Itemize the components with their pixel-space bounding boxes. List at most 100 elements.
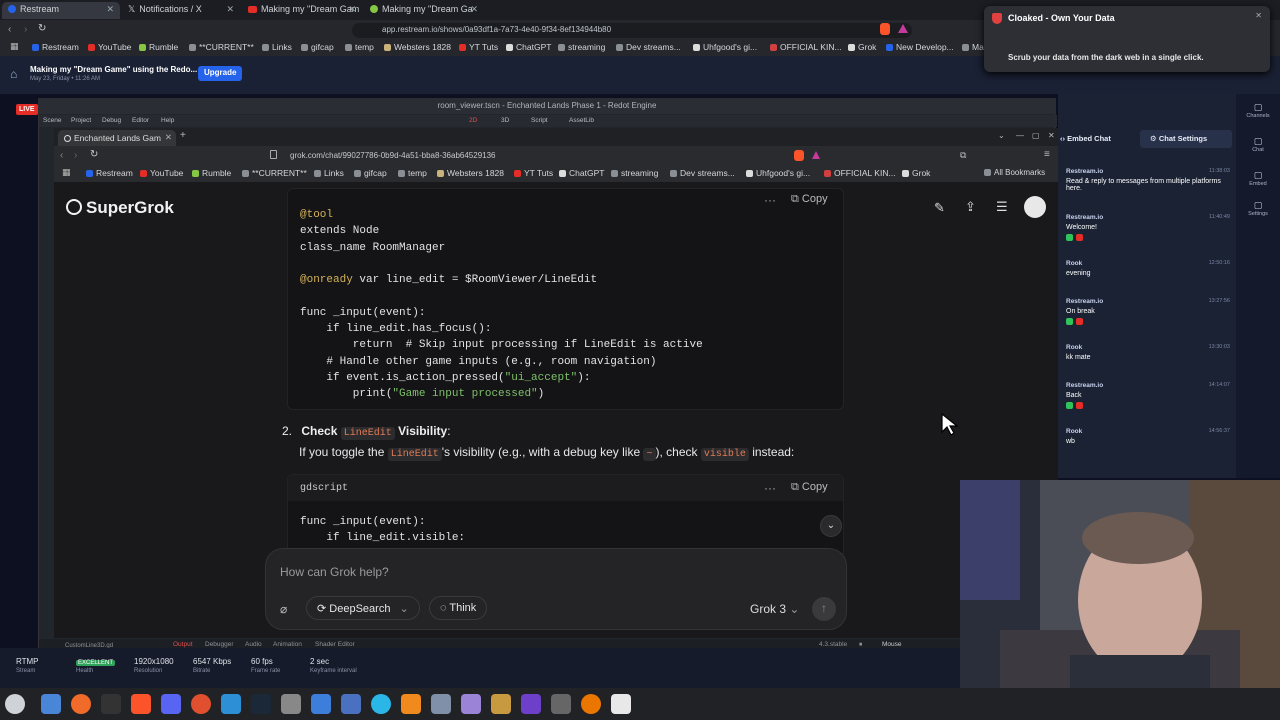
outer-url-field[interactable]: app.restream.io/shows/0a93df1a-7a73-4e40… — [352, 23, 912, 38]
bookmark-item[interactable]: Dev streams... — [616, 42, 681, 52]
new-chat-icon[interactable]: ✎ — [934, 200, 945, 216]
bookmark-item[interactable]: Restream — [86, 168, 133, 178]
bookmark-item[interactable]: YouTube — [88, 42, 131, 52]
app-icon[interactable] — [191, 694, 211, 714]
bookmark-item[interactable]: Grok — [848, 42, 876, 52]
workspace-script[interactable]: Script — [531, 117, 548, 124]
rail-item-channels[interactable]: ▢ Channels — [1236, 102, 1280, 119]
bookmark-item[interactable]: Rumble — [139, 42, 178, 52]
bookmark-item[interactable]: YouTube — [140, 168, 183, 178]
calculator-icon[interactable] — [281, 694, 301, 714]
bookmark-item[interactable]: temp — [345, 42, 374, 52]
apps-grid-icon[interactable]: ▦ — [62, 167, 71, 178]
chrome-icon[interactable] — [371, 694, 391, 714]
rail-item-embed[interactable]: ▢ Embed — [1236, 170, 1280, 187]
tab-audio[interactable]: Audio — [245, 641, 262, 648]
outer-tab-x[interactable]: 𝕏 Notifications / X ✕ — [122, 2, 240, 19]
bookmark-item[interactable]: New Develop... — [886, 42, 954, 52]
mail-icon[interactable] — [431, 694, 451, 714]
brave-shield-icon[interactable] — [794, 150, 804, 161]
scroll-down-button[interactable]: ⌄ — [820, 515, 842, 537]
back-arrow-icon[interactable]: ‹ — [60, 150, 63, 161]
outer-tab-rumble[interactable]: Making my "Dream Ga ✕ — [364, 2, 484, 19]
menu-icon[interactable]: ≡ — [1044, 149, 1050, 160]
share-icon[interactable]: ⇪ — [965, 199, 976, 215]
terminal-icon[interactable] — [101, 694, 121, 714]
brave-rewards-icon[interactable] — [812, 151, 820, 159]
tab-shader-editor[interactable]: Shader Editor — [315, 641, 355, 648]
blender-icon[interactable] — [581, 694, 601, 714]
chat-message[interactable]: Restream.io 11:40:49 Welcome! — [1066, 214, 1230, 243]
firefox-icon[interactable] — [71, 694, 91, 714]
chat-settings-button[interactable]: ⚙ Chat Settings — [1140, 130, 1232, 148]
bookmark-item[interactable]: Uhfgood's gi... — [746, 168, 810, 178]
bookmark-item[interactable]: Links — [314, 168, 344, 178]
video-player-icon[interactable] — [401, 694, 421, 714]
chat-message[interactable]: Rook 12:50:16 evening — [1066, 260, 1230, 277]
notes-icon[interactable] — [461, 694, 481, 714]
gear-icon[interactable] — [611, 694, 631, 714]
bookmark-item[interactable]: Ma — [962, 42, 984, 52]
copy-button[interactable]: ⧉ Copy — [791, 481, 828, 494]
close-icon[interactable]: ✕ — [106, 4, 114, 15]
chat-message[interactable]: Rook 14:56:37 wb — [1066, 428, 1230, 445]
shield-app-icon[interactable] — [221, 694, 241, 714]
bookmark-item[interactable]: Restream — [32, 42, 79, 52]
forward-arrow-icon[interactable]: › — [74, 150, 77, 161]
deepsearch-button[interactable]: ⟳ DeepSearch ⌄ — [306, 596, 420, 620]
back-arrow-icon[interactable]: ‹ — [8, 24, 11, 35]
menu-debug[interactable]: Debug — [102, 117, 121, 124]
bookmark-item[interactable]: temp — [398, 168, 427, 178]
close-icon[interactable]: ✕ — [470, 4, 478, 15]
bookmark-item[interactable]: OFFICIAL KIN... — [770, 42, 842, 52]
bookmark-item[interactable]: gifcap — [354, 168, 387, 178]
document-icon[interactable] — [341, 694, 361, 714]
supergrok-logo[interactable]: SuperGrok — [66, 198, 174, 218]
bookmark-item[interactable]: streaming — [611, 168, 658, 178]
brave-shield-icon[interactable] — [880, 23, 890, 35]
screenshot-icon[interactable] — [311, 694, 331, 714]
bookmark-item[interactable]: Websters 1828 — [384, 42, 451, 52]
upgrade-button[interactable]: Upgrade — [198, 66, 243, 81]
bookmark-item[interactable]: Uhfgood's gi... — [693, 42, 757, 52]
send-button[interactable]: ↑ — [812, 597, 836, 621]
chat-message[interactable]: Restream.io 13:27:56 On break — [1066, 298, 1230, 327]
reload-icon[interactable]: ↻ — [90, 149, 98, 160]
history-icon[interactable]: ☰ — [996, 199, 1008, 215]
close-icon[interactable]: ✕ — [1255, 11, 1262, 20]
outer-tab-youtube[interactable]: Making my "Dream Gam ✕ — [242, 2, 362, 19]
close-icon[interactable]: ✕ — [348, 4, 356, 15]
bookmark-item[interactable]: **CURRENT** — [242, 168, 307, 178]
bookmark-item[interactable]: gifcap — [301, 42, 334, 52]
files-icon[interactable] — [41, 694, 61, 714]
chat-message[interactable]: Restream.io 11:38:03 Read & reply to messa… — [1066, 168, 1230, 192]
steam-icon[interactable] — [251, 694, 271, 714]
bookmark-item[interactable]: ChatGPT — [506, 42, 551, 52]
brave-icon[interactable] — [131, 694, 151, 714]
tab-animation[interactable]: Animation — [273, 641, 302, 648]
bookmark-item[interactable]: Links — [262, 42, 292, 52]
godot-app-icon[interactable] — [491, 694, 511, 714]
think-button[interactable]: ◌ Think — [429, 596, 488, 620]
copy-button[interactable]: ⧉ Copy — [791, 193, 828, 206]
tab-output[interactable]: Output — [173, 641, 193, 648]
rail-item-settings[interactable]: ▢ Settings — [1236, 200, 1280, 217]
bookmark-item[interactable]: **CURRENT** — [189, 42, 254, 52]
menu-editor[interactable]: Editor — [132, 117, 149, 124]
embed-chat-button[interactable]: ‹› Embed Chat — [1060, 134, 1111, 143]
chat-message[interactable]: Rook 13:30:03 kk mate — [1066, 344, 1230, 361]
bookmark-item[interactable]: Websters 1828 — [437, 168, 504, 178]
brave-rewards-icon[interactable] — [898, 24, 908, 33]
reload-icon[interactable]: ↻ — [38, 23, 46, 34]
extensions-icon[interactable]: ⧉ — [960, 150, 966, 161]
close-icon[interactable]: ✕ — [226, 4, 234, 15]
menu-scene[interactable]: Scene — [43, 117, 61, 124]
bookmark-icon[interactable] — [270, 150, 277, 159]
bookmark-item[interactable]: Dev streams... — [670, 168, 735, 178]
close-window-icon[interactable]: ✕ — [1048, 131, 1055, 140]
avatar[interactable] — [1024, 196, 1046, 218]
bookmark-item[interactable]: YT Tuts — [459, 42, 498, 52]
chat-input[interactable]: How can Grok help? — [280, 565, 389, 579]
inner-tab-grok[interactable]: Enchanted Lands Gam ✕ — [58, 130, 176, 146]
discord-icon[interactable] — [161, 694, 181, 714]
